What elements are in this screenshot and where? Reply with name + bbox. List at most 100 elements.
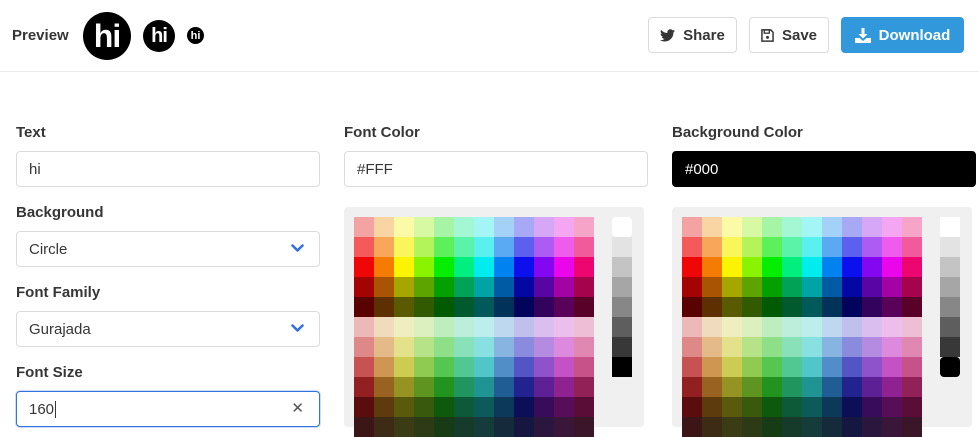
color-swatch[interactable] (494, 377, 514, 397)
color-swatch[interactable] (534, 377, 554, 397)
color-swatch[interactable] (554, 417, 574, 437)
font-color-input[interactable]: #FFF (344, 151, 648, 187)
color-swatch[interactable] (374, 317, 394, 337)
color-swatch[interactable] (902, 417, 922, 437)
color-swatch[interactable] (514, 357, 534, 377)
color-swatch[interactable] (762, 317, 782, 337)
color-swatch[interactable] (554, 357, 574, 377)
color-swatch[interactable] (534, 237, 554, 257)
color-swatch[interactable] (802, 397, 822, 417)
color-swatch[interactable] (474, 417, 494, 437)
color-swatch[interactable] (842, 317, 862, 337)
color-swatch[interactable] (354, 257, 374, 277)
color-swatch[interactable] (454, 217, 474, 237)
color-swatch[interactable] (434, 377, 454, 397)
color-swatch[interactable] (534, 317, 554, 337)
color-swatch[interactable] (822, 217, 842, 237)
color-swatch[interactable] (682, 377, 702, 397)
color-swatch[interactable] (822, 297, 842, 317)
color-swatch[interactable] (802, 377, 822, 397)
color-swatch[interactable] (842, 357, 862, 377)
color-swatch[interactable] (742, 377, 762, 397)
color-swatch[interactable] (842, 237, 862, 257)
color-swatch[interactable] (902, 337, 922, 357)
color-swatch[interactable] (374, 377, 394, 397)
color-swatch[interactable] (534, 217, 554, 237)
color-swatch[interactable] (902, 237, 922, 257)
color-swatch[interactable] (514, 337, 534, 357)
gray-swatch[interactable] (612, 337, 632, 357)
color-swatch[interactable] (474, 377, 494, 397)
color-swatch[interactable] (802, 317, 822, 337)
gray-swatch[interactable] (940, 297, 960, 317)
color-swatch[interactable] (494, 237, 514, 257)
color-swatch[interactable] (882, 417, 902, 437)
color-swatch[interactable] (374, 237, 394, 257)
color-swatch[interactable] (454, 257, 474, 277)
color-swatch[interactable] (722, 297, 742, 317)
color-swatch[interactable] (682, 357, 702, 377)
color-swatch[interactable] (454, 237, 474, 257)
color-swatch[interactable] (762, 277, 782, 297)
color-swatch[interactable] (902, 397, 922, 417)
color-swatch[interactable] (454, 397, 474, 417)
color-swatch[interactable] (354, 217, 374, 237)
color-swatch[interactable] (902, 357, 922, 377)
color-swatch[interactable] (434, 257, 454, 277)
color-swatch[interactable] (802, 357, 822, 377)
color-swatch[interactable] (862, 317, 882, 337)
color-swatch[interactable] (414, 297, 434, 317)
color-swatch[interactable] (514, 417, 534, 437)
color-swatch[interactable] (474, 257, 494, 277)
color-swatch[interactable] (374, 257, 394, 277)
color-swatch[interactable] (474, 217, 494, 237)
gray-swatch[interactable] (940, 237, 960, 257)
color-swatch[interactable] (862, 297, 882, 317)
color-swatch[interactable] (782, 317, 802, 337)
color-swatch[interactable] (434, 277, 454, 297)
color-swatch[interactable] (742, 317, 762, 337)
color-swatch[interactable] (702, 377, 722, 397)
color-swatch[interactable] (374, 277, 394, 297)
color-swatch[interactable] (354, 277, 374, 297)
color-swatch[interactable] (474, 237, 494, 257)
color-swatch[interactable] (554, 217, 574, 237)
color-swatch[interactable] (434, 357, 454, 377)
color-swatch[interactable] (494, 277, 514, 297)
color-swatch[interactable] (354, 317, 374, 337)
color-swatch[interactable] (702, 237, 722, 257)
color-swatch[interactable] (702, 317, 722, 337)
color-swatch[interactable] (742, 337, 762, 357)
color-swatch[interactable] (454, 417, 474, 437)
color-swatch[interactable] (374, 217, 394, 237)
color-swatch[interactable] (902, 257, 922, 277)
color-swatch[interactable] (414, 397, 434, 417)
color-swatch[interactable] (414, 317, 434, 337)
color-swatch[interactable] (802, 417, 822, 437)
color-swatch[interactable] (762, 417, 782, 437)
color-swatch[interactable] (722, 377, 742, 397)
color-swatch[interactable] (474, 337, 494, 357)
color-swatch[interactable] (842, 217, 862, 237)
color-swatch[interactable] (722, 317, 742, 337)
color-swatch[interactable] (494, 217, 514, 237)
color-swatch[interactable] (554, 277, 574, 297)
color-swatch[interactable] (882, 257, 902, 277)
gray-swatch[interactable] (612, 237, 632, 257)
color-swatch[interactable] (394, 317, 414, 337)
color-swatch[interactable] (882, 217, 902, 237)
color-swatch[interactable] (762, 237, 782, 257)
color-swatch[interactable] (434, 397, 454, 417)
color-swatch[interactable] (762, 257, 782, 277)
gray-swatch[interactable] (612, 317, 632, 337)
color-swatch[interactable] (882, 297, 902, 317)
color-swatch[interactable] (702, 337, 722, 357)
color-swatch[interactable] (762, 377, 782, 397)
color-swatch[interactable] (682, 397, 702, 417)
color-swatch[interactable] (742, 417, 762, 437)
color-swatch[interactable] (394, 417, 414, 437)
color-swatch[interactable] (822, 397, 842, 417)
color-swatch[interactable] (782, 417, 802, 437)
color-swatch[interactable] (394, 237, 414, 257)
color-swatch[interactable] (354, 237, 374, 257)
